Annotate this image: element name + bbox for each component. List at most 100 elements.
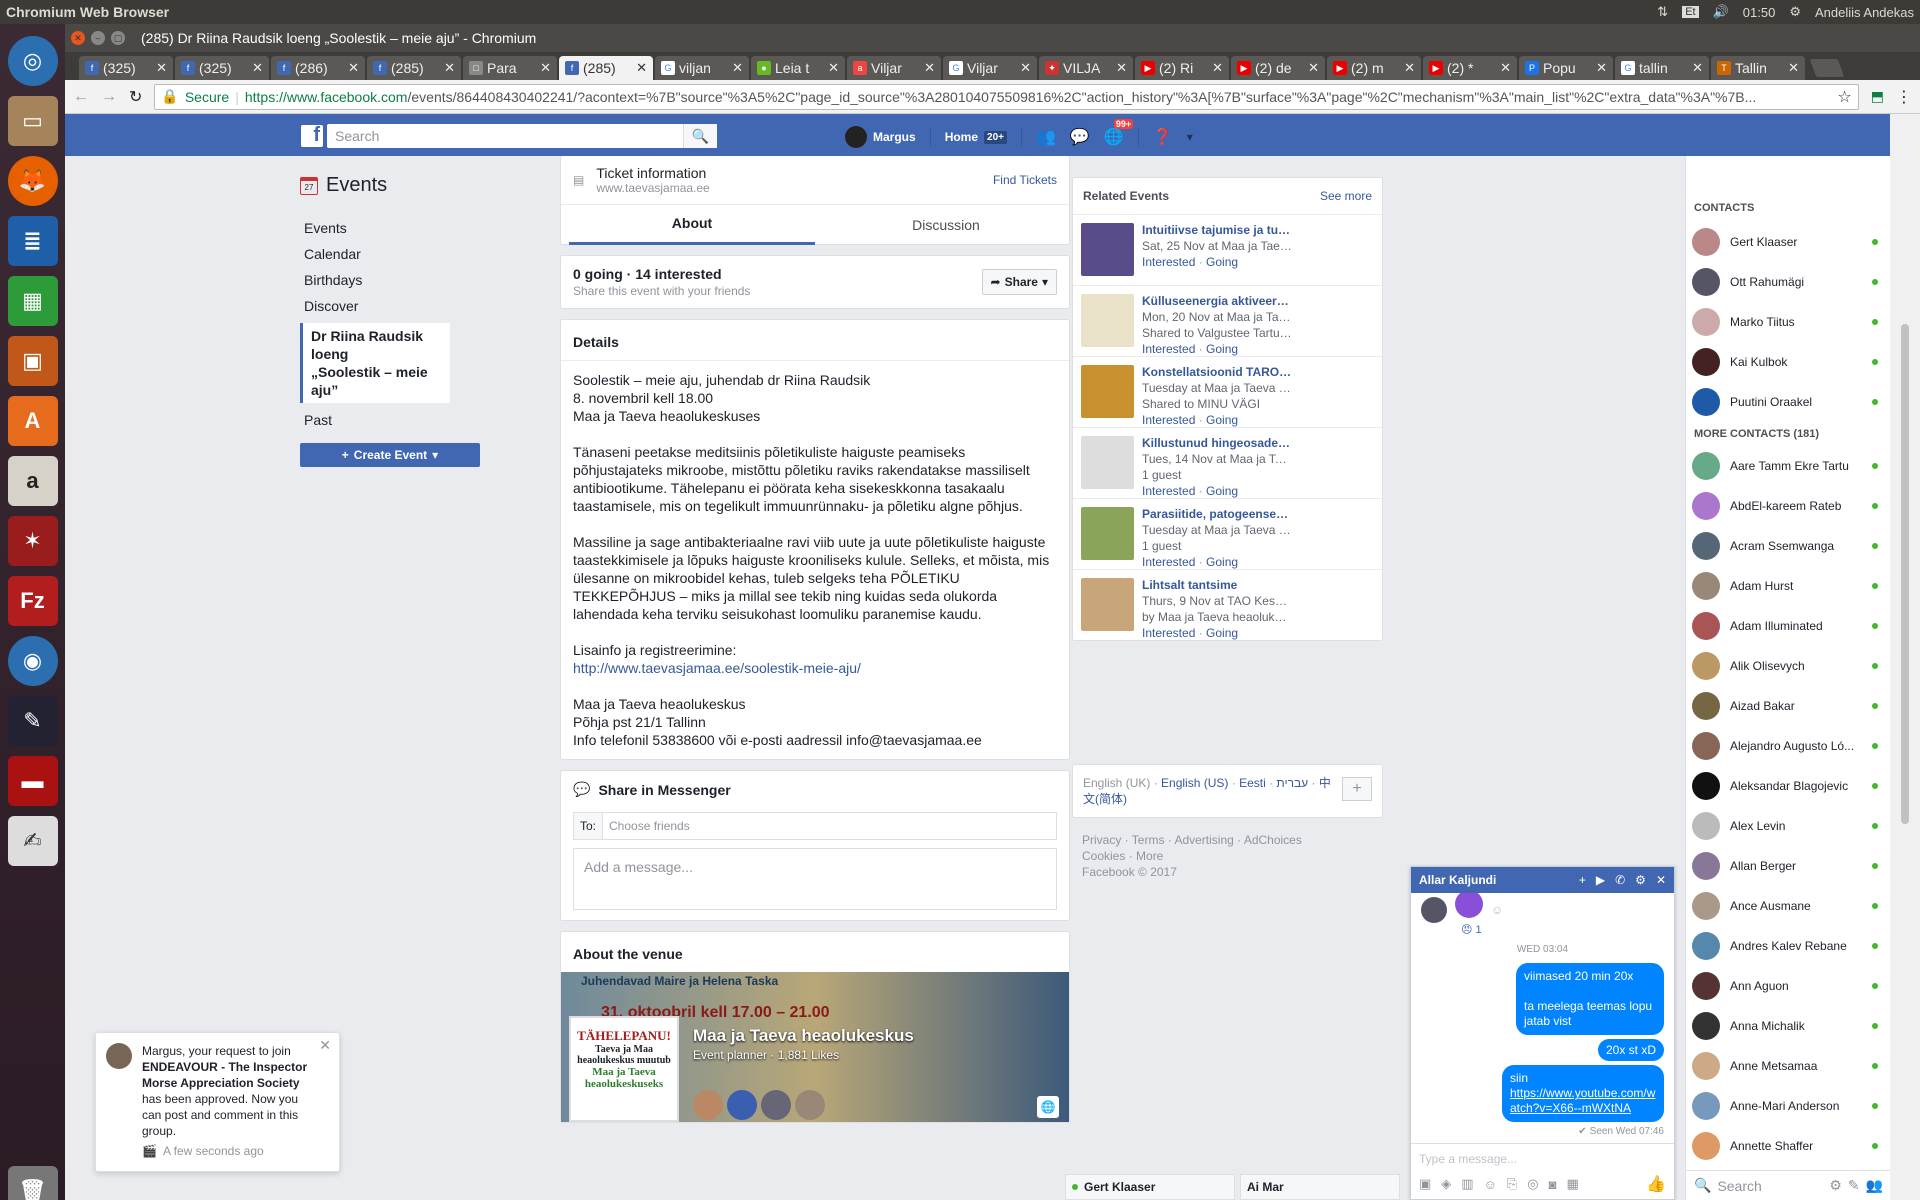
software-center-icon[interactable]: A (7, 396, 58, 446)
writer-icon[interactable]: ≣ (7, 216, 58, 266)
browser-tab[interactable]: G Viljar ✕ (943, 56, 1037, 80)
related-event-thumbnail[interactable] (1081, 578, 1134, 631)
tab-close-icon[interactable]: ✕ (636, 60, 647, 76)
reaction-icon[interactable]: 😠 (1461, 923, 1472, 936)
see-more-link[interactable]: See more (1320, 189, 1372, 203)
bookmark-star-icon[interactable]: ☆ (1837, 87, 1851, 107)
nav-events[interactable]: Events (300, 215, 450, 241)
related-event-thumbnail[interactable] (1081, 436, 1134, 489)
notifications-icon[interactable]: 🌐 99+ (1104, 119, 1134, 147)
browser-tab[interactable]: P Popu ✕ (1519, 56, 1613, 80)
contact-item[interactable]: Ann Aguon (1686, 966, 1890, 1006)
interested-link[interactable]: Interested (1142, 413, 1195, 427)
tab-close-icon[interactable]: ✕ (540, 60, 551, 76)
group-icon[interactable]: 👥 (1866, 1177, 1883, 1194)
calendar-icon[interactable]: ▦ (1566, 1176, 1578, 1192)
related-event-title[interactable]: Parasiitide, patogeensete bak... (1142, 507, 1292, 521)
nav-current-event[interactable]: Dr Riina Raudsik loeng „Soolestik – meie… (300, 323, 450, 403)
thumbs-up-icon[interactable]: 👍 (1646, 1174, 1666, 1194)
related-event-item[interactable]: Külluseenergia aktiveerimine ... Mon, 20 … (1073, 285, 1382, 356)
notification-toast[interactable]: ✕ Margus, your request to join ENDEAVOUR… (95, 1032, 340, 1172)
avatar[interactable] (761, 1090, 791, 1120)
interested-link[interactable]: Interested (1142, 342, 1195, 356)
settings-icon[interactable]: ✶ (7, 516, 58, 566)
tab-close-icon[interactable]: ✕ (1404, 60, 1415, 76)
events-header[interactable]: Events (326, 174, 387, 197)
language-link[interactable]: Eesti (1239, 776, 1266, 790)
related-event-item[interactable]: Lihtsalt tantsime Thurs, 9 Nov at TAO Kes… (1073, 569, 1382, 640)
tab-close-icon[interactable]: ✕ (444, 60, 455, 76)
add-person-icon[interactable]: + (1579, 873, 1586, 887)
trash-icon[interactable]: 🗑 (7, 1166, 58, 1200)
share-button[interactable]: ➦ Share ▾ (981, 269, 1057, 295)
create-event-button[interactable]: + Create Event ▾ (300, 443, 480, 467)
tab-close-icon[interactable]: ✕ (1116, 60, 1127, 76)
contact-item[interactable]: Gert Klaaser (1686, 222, 1890, 262)
call-icon[interactable]: ✆ (1615, 873, 1625, 887)
interested-link[interactable]: Interested (1142, 484, 1195, 498)
contact-item[interactable]: Adam Hurst (1686, 566, 1890, 606)
search-icon[interactable]: 🔍 (683, 124, 717, 148)
facebook-logo-icon[interactable]: f (301, 124, 323, 147)
contact-item[interactable]: Kai Kulbok (1686, 342, 1890, 382)
impress-icon[interactable]: ▣ (7, 336, 58, 386)
venue-cover[interactable]: Juhendavad Maire ja Helena Taska 31. okt… (561, 972, 1069, 1122)
contact-item[interactable]: Anne-Mari Anderson (1686, 1086, 1890, 1126)
scrollbar-thumb[interactable] (1901, 324, 1909, 824)
home-link[interactable]: Home (945, 130, 978, 144)
contact-item[interactable]: Aleksandar Blagojevic (1686, 766, 1890, 806)
contact-item[interactable]: Andres Kalev Rebane (1686, 926, 1890, 966)
pen-tool-icon[interactable]: ✎ (7, 696, 58, 746)
tab-close-icon[interactable]: ✕ (1692, 60, 1703, 76)
browser-tab[interactable]: Gtallin ✕ (1615, 56, 1709, 80)
forward-icon[interactable]: → (101, 88, 117, 106)
browser-tab[interactable]: a Viljar ✕ (847, 56, 941, 80)
info-link[interactable]: http://www.taevasjamaa.ee/soolestik-meie… (573, 660, 861, 676)
tab-close-icon[interactable]: ✕ (924, 60, 935, 76)
text-editor-icon[interactable]: ✍ (7, 816, 58, 866)
keyboard-layout[interactable]: Et (1682, 6, 1699, 18)
gif-icon[interactable]: ▥ (1461, 1176, 1473, 1192)
compose-icon[interactable]: ✎ (1848, 1177, 1860, 1194)
interested-link[interactable]: Interested (1142, 255, 1195, 269)
avatar[interactable] (693, 1090, 723, 1120)
add-language-button[interactable]: + (1342, 777, 1372, 801)
files-icon[interactable]: ▭ (7, 96, 58, 146)
contact-item[interactable]: Ance Ausmane (1686, 886, 1890, 926)
related-event-title[interactable]: Konstellatsioonid TARO kaart... (1142, 365, 1292, 379)
chat-input[interactable]: Type a message... (1411, 1143, 1674, 1174)
maximize-window-button[interactable]: ▢ (111, 31, 125, 45)
going-link[interactable]: Going (1206, 484, 1238, 498)
app-icon[interactable]: ▬ (7, 756, 58, 806)
messenger-icon[interactable]: 💬 (1070, 127, 1090, 147)
going-link[interactable]: Going (1206, 555, 1238, 569)
filezilla-icon[interactable]: Fz (7, 576, 58, 626)
reload-icon[interactable]: ↻ (129, 87, 142, 107)
tab-about[interactable]: About (569, 205, 815, 245)
language-link[interactable]: English (US) (1161, 776, 1228, 790)
tab-close-icon[interactable]: ✕ (1500, 60, 1511, 76)
related-event-title[interactable]: Külluseenergia aktiveerimine ... (1142, 294, 1292, 308)
contact-item[interactable]: Puutini Oraakel (1686, 382, 1890, 422)
contact-item[interactable]: Alik Olisevych (1686, 646, 1890, 686)
browser-tab[interactable]: f (285) ✕ (367, 56, 461, 80)
venue-logo[interactable]: TÄHELEPANU! Taeva ja Maa heaolukeskus mu… (569, 1016, 679, 1122)
contact-item[interactable]: Aizad Bakar (1686, 686, 1890, 726)
browser-tab[interactable]: ▶ (2) * ✕ (1423, 56, 1517, 80)
going-count[interactable]: 0 going · 14 interested (573, 266, 750, 282)
facebook-search-input[interactable]: Search 🔍 (327, 124, 717, 148)
contact-item[interactable]: Alejandro Augusto Ló... (1686, 726, 1890, 766)
going-link[interactable]: Going (1206, 255, 1238, 269)
browser-tab[interactable]: T Tallin ✕ (1711, 56, 1805, 80)
related-event-title[interactable]: Lihtsalt tantsime (1142, 578, 1292, 592)
chat-contact-name[interactable]: Allar Kaljundi (1419, 873, 1569, 887)
volume-icon[interactable]: 🔊 (1713, 4, 1729, 20)
browser-tab[interactable]: □ Para ✕ (463, 56, 557, 80)
tab-close-icon[interactable]: ✕ (1308, 60, 1319, 76)
to-field[interactable]: To: Choose friends (573, 812, 1057, 840)
contact-item[interactable]: Anne Metsamaa (1686, 1046, 1890, 1086)
interested-link[interactable]: Interested (1142, 555, 1195, 569)
chat-header[interactable]: Allar Kaljundi + ▶ ✆ ⚙ ✕ (1411, 867, 1674, 893)
tab-close-icon[interactable]: ✕ (1596, 60, 1607, 76)
related-event-title[interactable]: Intuitiivse tajumise ja tunneta... (1142, 223, 1292, 237)
